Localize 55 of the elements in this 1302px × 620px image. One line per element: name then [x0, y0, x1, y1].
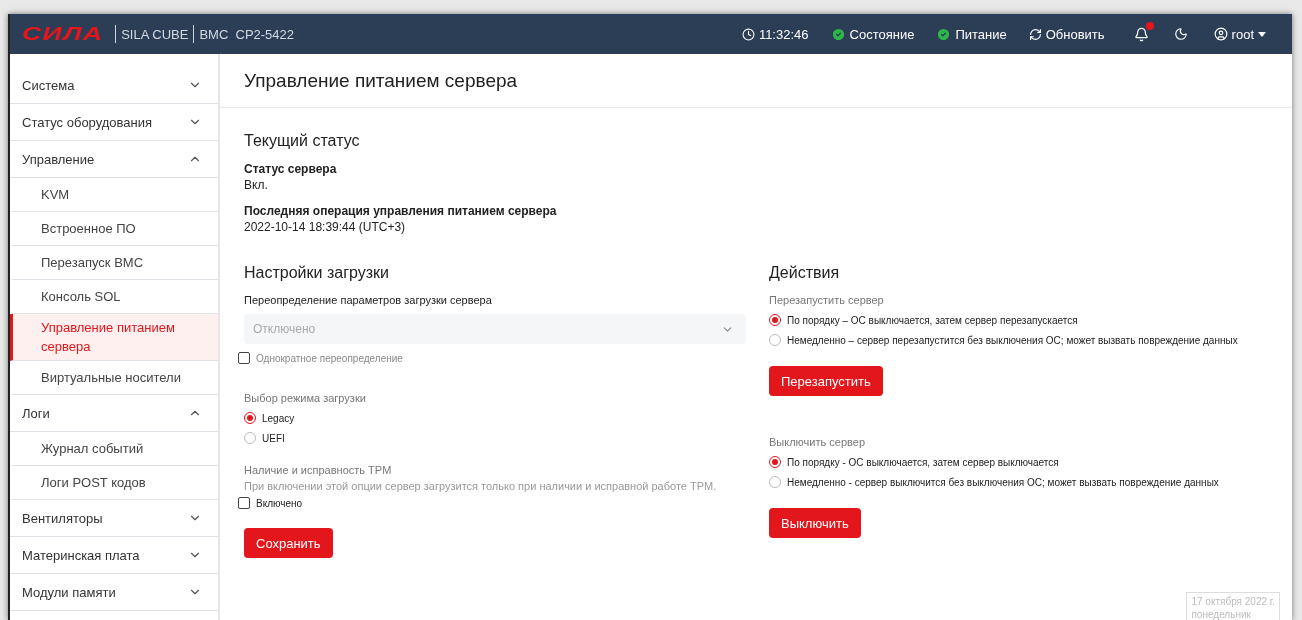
- page-title: Управление питанием сервера: [220, 54, 1292, 108]
- user-icon: [1213, 27, 1228, 41]
- sidebar-item[interactable]: Логи: [10, 395, 218, 432]
- field-value: 2022-10-14 18:39:44 (UTC+3): [244, 220, 407, 234]
- server-time: 11:32:46: [758, 26, 809, 42]
- tpm-checkbox[interactable]: Включено: [238, 497, 303, 509]
- sidebar-subitem[interactable]: Перезапуск BMC: [10, 246, 218, 280]
- field-label: Выключить сервер: [769, 436, 865, 448]
- field-label: Переопределение параметров загрузки сервера: [244, 294, 492, 306]
- section-title: Текущий статус: [244, 132, 361, 150]
- model-name: BMC CP2-5422: [199, 26, 295, 42]
- theme-toggle[interactable]: [1173, 27, 1188, 41]
- clock-icon: [741, 27, 755, 41]
- status-indicator[interactable]: Состояние: [830, 26, 915, 42]
- sidebar-subitem[interactable]: KVM: [10, 178, 218, 212]
- product-name: SILA CUBE: [121, 26, 189, 42]
- sidebar-item[interactable]: Модули памяти: [10, 574, 218, 611]
- sidebar-item[interactable]: Управление: [10, 141, 218, 178]
- sidebar-item[interactable]: Система: [10, 67, 218, 104]
- section-title: Действия: [769, 264, 840, 282]
- hint-text: При включении этой опции сервер загрузится только при наличии и исправной работе TPM.: [244, 480, 717, 492]
- date-tooltip: 17 октября 2022 г. понедельник: [1186, 592, 1280, 620]
- sidebar-subitem[interactable]: Управление питанием сервера: [10, 314, 218, 361]
- section-title: Настройки загрузки: [244, 264, 389, 282]
- sidebar-item[interactable]: Вентиляторы: [10, 500, 218, 537]
- sidebar-subitem[interactable]: Встроенное ПО: [10, 212, 218, 246]
- field-label: Выбор режима загрузки: [244, 392, 366, 404]
- sidebar-subitem[interactable]: Консоль SOL: [10, 280, 218, 314]
- field-label: Перезапустить сервер: [769, 294, 884, 306]
- save-button[interactable]: Сохранить: [244, 528, 333, 558]
- action-button[interactable]: Выключить: [769, 508, 861, 538]
- sidebar-subitem[interactable]: Логи POST кодов: [10, 466, 218, 500]
- caret-icon: [1258, 31, 1266, 37]
- sidebar-subitem[interactable]: Виртуальные носители: [10, 361, 218, 395]
- bell-icon: [1133, 26, 1149, 42]
- refresh-icon: [1028, 27, 1042, 41]
- user-menu[interactable]: root: [1213, 26, 1266, 42]
- refresh-button[interactable]: Обновить: [1028, 26, 1105, 42]
- boot-mode-radio[interactable]: Legacy: [244, 408, 295, 428]
- field-label: Наличие и исправность TPM: [244, 464, 392, 476]
- field-value: Вкл.: [244, 178, 269, 192]
- sidebar-item[interactable]: Статус оборудования: [10, 104, 218, 141]
- brand-logo: СИЛА: [22, 23, 104, 45]
- action-radio[interactable]: Немедленно - сервер выключится без выключения ОС; может вызвать повреждение данных: [769, 472, 1219, 492]
- field-label: Последняя операция управления питанием сервера: [244, 204, 558, 218]
- status-indicator[interactable]: Питание: [936, 26, 1007, 42]
- action-button[interactable]: Перезапустить: [769, 366, 883, 396]
- field-label: Статус сервера: [244, 162, 338, 176]
- action-radio[interactable]: По порядку - ОС выключается, затем сервер выключается: [769, 452, 1059, 472]
- action-radio[interactable]: Немедленно – сервер перезапустится без выключения ОС; может вызвать повреждение данных: [769, 330, 1238, 350]
- boot-mode-radio[interactable]: UEFI: [244, 428, 285, 448]
- moon-icon: [1173, 27, 1188, 41]
- action-radio[interactable]: По порядку – ОС выключается, затем сервер перезапускается: [769, 310, 1078, 330]
- sidebar-subitem[interactable]: Журнал событий: [10, 432, 218, 466]
- sidebar-item[interactable]: Материнская плата: [10, 537, 218, 574]
